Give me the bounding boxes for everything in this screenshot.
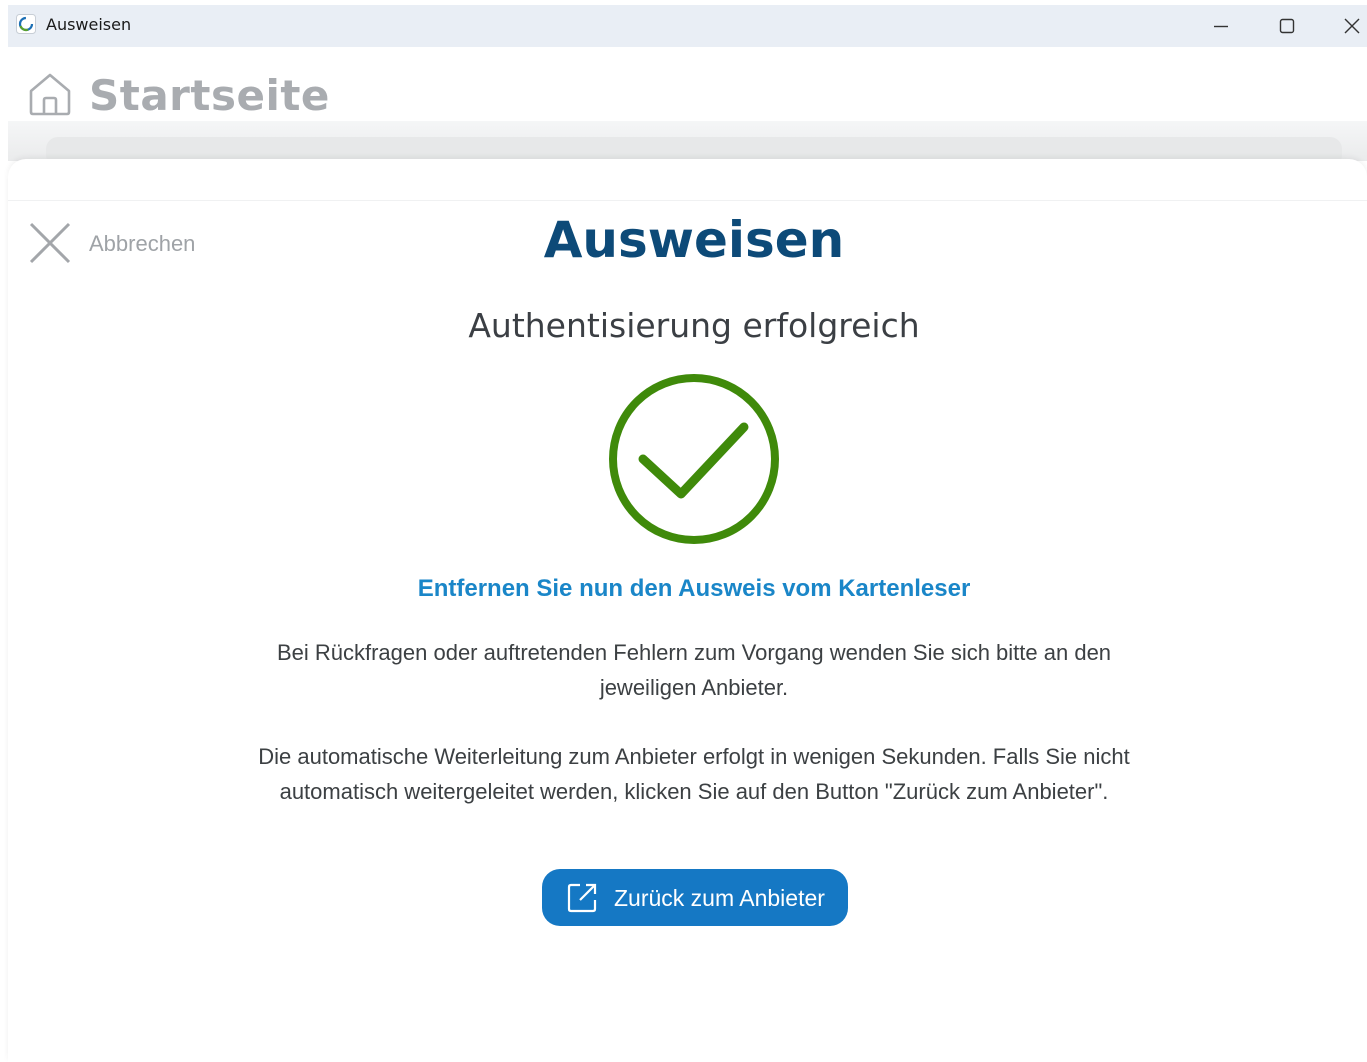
app-window: Ausweisen Startseite Abbrechen Ausweisen… — [8, 5, 1367, 1062]
minimize-button[interactable] — [1190, 5, 1250, 47]
dialog-title: Ausweisen — [543, 211, 845, 269]
checkmark-circle-icon — [606, 371, 782, 552]
instruction-text: Entfernen Sie nun den Ausweis vom Karten… — [417, 575, 971, 602]
back-to-provider-button[interactable]: Zurück zum Anbieter — [542, 869, 848, 926]
dialog-subtitle: Authentisierung erfolgreich — [468, 306, 920, 345]
maximize-button[interactable] — [1256, 5, 1316, 47]
info-text-contact: Bei Rückfragen oder auftretenden Fehlern… — [276, 640, 1112, 700]
close-button[interactable] — [1321, 5, 1367, 47]
close-icon — [1344, 18, 1360, 34]
window-title: Ausweisen — [46, 15, 132, 34]
minimize-icon — [1214, 25, 1228, 28]
back-to-provider-label: Zurück zum Anbieter — [614, 885, 825, 911]
page-header: Startseite — [8, 47, 1367, 127]
modal-sheet: Abbrechen Ausweisen Authentisierung erfo… — [8, 159, 1367, 1062]
page-title: Startseite — [89, 71, 330, 120]
ausweisapp-ring-icon — [16, 14, 36, 34]
external-link-icon — [566, 882, 598, 919]
divider — [8, 200, 1367, 201]
title-bar: Ausweisen — [8, 5, 1367, 47]
info-text-redirect: Die automatische Weiterleitung zum Anbie… — [258, 744, 1130, 804]
maximize-icon — [1279, 18, 1295, 34]
home-icon[interactable] — [26, 69, 74, 122]
